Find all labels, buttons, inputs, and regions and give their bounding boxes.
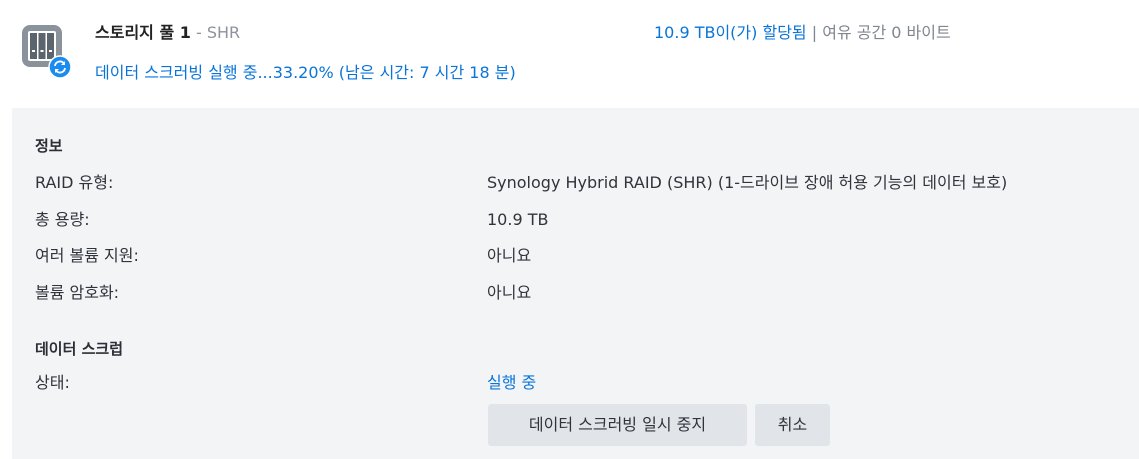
info-heading: 정보	[35, 137, 63, 155]
multi-volume-label: 여러 볼륨 지원:	[35, 246, 139, 265]
cancel-button[interactable]: 취소	[755, 404, 830, 446]
scrub-status-value: 실행 중	[487, 373, 537, 392]
scrub-status-label: 상태:	[35, 373, 70, 392]
raid-type-value: Synology Hybrid RAID (SHR) (1-드라이브 장애 허용…	[487, 173, 1008, 192]
data-scrub-heading: 데이터 스크럽	[35, 340, 124, 358]
free-space: 여유 공간 0 바이트	[822, 23, 951, 42]
total-capacity-value: 10.9 TB	[487, 210, 549, 229]
scrub-progress-status: 데이터 스크러빙 실행 중...33.20% (남은 시간: 7 시간 18 분…	[95, 63, 516, 82]
pool-title: 스토리지 풀 1	[95, 23, 191, 42]
pool-name: 스토리지 풀 1 - SHR	[95, 22, 240, 44]
allocated-capacity: 10.9 TB이(가) 할당됨	[654, 23, 807, 42]
multi-volume-value: 아니요	[487, 246, 532, 265]
pool-raid-type: SHR	[206, 23, 241, 42]
total-capacity-label: 총 용량:	[35, 210, 90, 229]
sync-icon	[48, 55, 72, 79]
pool-details-panel: 정보 RAID 유형: Synology Hybrid RAID (SHR) (…	[12, 108, 1139, 459]
capacity-divider: |	[811, 23, 818, 42]
volume-encryption-label: 볼륨 암호화:	[35, 283, 120, 302]
raid-type-label: RAID 유형:	[35, 173, 114, 192]
volume-encryption-value: 아니요	[487, 283, 532, 302]
pool-separator: -	[195, 23, 202, 42]
pause-scrubbing-button[interactable]: 데이터 스크러빙 일시 중지	[488, 404, 747, 446]
storage-pool-header: 스토리지 풀 1 - SHR 데이터 스크러빙 실행 중...33.20% (남…	[0, 0, 1139, 96]
pool-capacity-summary: 10.9 TB이(가) 할당됨 | 여유 공간 0 바이트	[654, 22, 951, 44]
